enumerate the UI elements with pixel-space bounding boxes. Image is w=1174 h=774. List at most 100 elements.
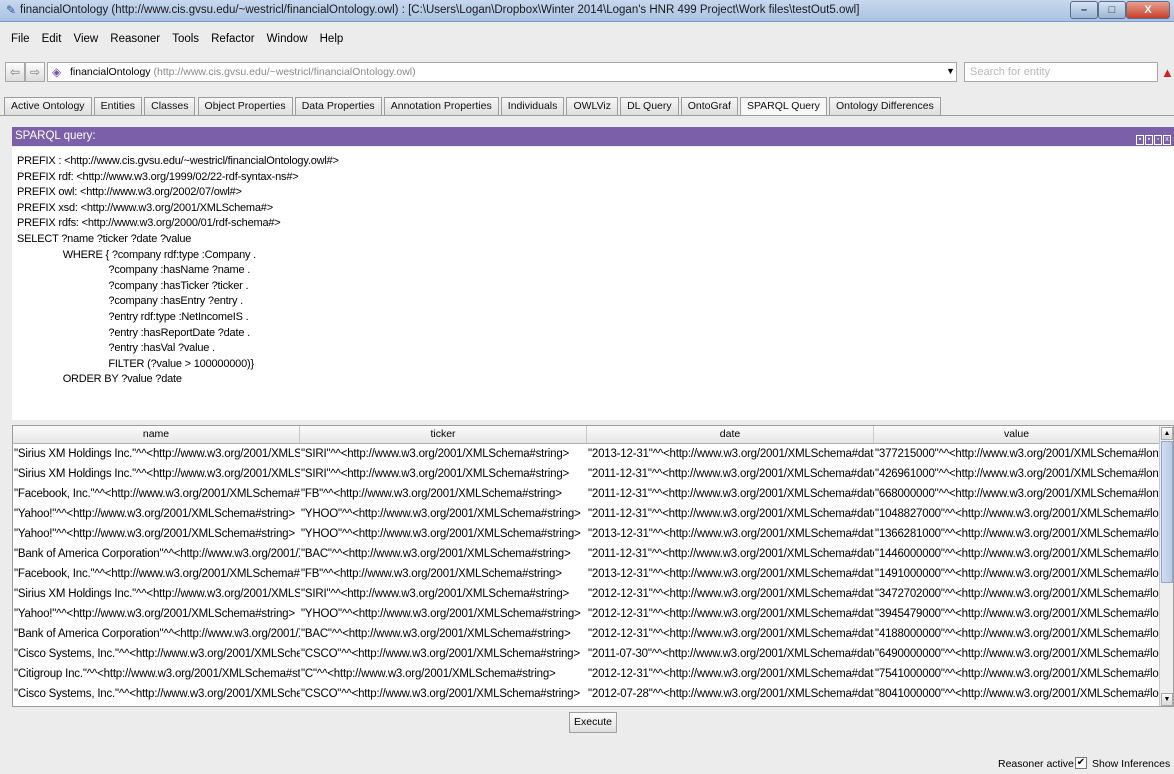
table-cell-value[interactable]: "1048827000"^^<http://www.w3.org/2001/XM… (874, 504, 1159, 524)
menu-view[interactable]: View (73, 33, 98, 45)
column-header-date[interactable]: date (587, 426, 874, 443)
table-cell-name[interactable]: "Sirius XM Holdings Inc."^^<http://www.w… (13, 464, 300, 484)
table-row[interactable]: "Sirius XM Holdings Inc."^^<http://www.w… (13, 464, 1159, 484)
table-cell-value[interactable]: "1366281000"^^<http://www.w3.org/2001/XM… (874, 524, 1159, 544)
search-input[interactable]: Search for entity (964, 62, 1158, 82)
chevron-down-icon[interactable]: ▼ (946, 66, 955, 76)
table-cell-name[interactable]: "Citigroup Inc."^^<http://www.w3.org/200… (13, 664, 300, 684)
tab-owlviz[interactable]: OWLViz (566, 97, 619, 116)
table-cell-value[interactable]: "8041000000"^^<http://www.w3.org/2001/XM… (874, 684, 1159, 704)
table-cell-date[interactable]: "2012-12-31"^^<http://www.w3.org/2001/XM… (587, 624, 874, 644)
tab-sparql-query[interactable]: SPARQL Query (739, 97, 827, 116)
table-cell-date[interactable]: "2012-12-31"^^<http://www.w3.org/2001/XM… (587, 584, 874, 604)
table-cell-ticker[interactable]: "CSCO"^^<http://www.w3.org/2001/XMLSchem… (300, 644, 587, 664)
table-cell-value[interactable]: "1491000000"^^<http://www.w3.org/2001/XM… (874, 564, 1159, 584)
table-cell-value[interactable]: "3472702000"^^<http://www.w3.org/2001/XM… (874, 584, 1159, 604)
table-cell-name[interactable]: "Yahoo!"^^<http://www.w3.org/2001/XMLSch… (13, 504, 300, 524)
table-cell-name[interactable]: "Cisco Systems, Inc."^^<http://www.w3.or… (13, 644, 300, 664)
table-cell-date[interactable]: "2011-12-31"^^<http://www.w3.org/2001/XM… (587, 544, 874, 564)
vertical-scrollbar[interactable]: ▲ ▼ (1159, 426, 1173, 706)
table-cell-name[interactable]: "Facebook, Inc."^^<http://www.w3.org/200… (13, 564, 300, 584)
panel-float-icon[interactable]: ▪ (1136, 135, 1144, 145)
table-row[interactable]: "Yahoo!"^^<http://www.w3.org/2001/XMLSch… (13, 604, 1159, 624)
panel-maximize-icon[interactable]: ▫ (1154, 135, 1162, 145)
scroll-down-icon[interactable]: ▼ (1161, 693, 1173, 706)
scroll-up-icon[interactable]: ▲ (1161, 427, 1173, 440)
table-row[interactable]: "Yahoo!"^^<http://www.w3.org/2001/XMLSch… (13, 504, 1159, 524)
table-cell-date[interactable]: "2013-12-31"^^<http://www.w3.org/2001/XM… (587, 524, 874, 544)
table-row[interactable]: "Bank of America Corporation"^^<http://w… (13, 544, 1159, 564)
table-row[interactable]: "Bank of America Corporation"^^<http://w… (13, 624, 1159, 644)
tab-classes[interactable]: Classes (144, 97, 196, 116)
table-cell-date[interactable]: "2012-12-31"^^<http://www.w3.org/2001/XM… (587, 604, 874, 624)
back-button[interactable]: ⇦ (5, 62, 25, 82)
menu-edit[interactable]: Edit (42, 33, 62, 45)
close-button[interactable]: X (1126, 1, 1170, 19)
tab-annotation-properties[interactable]: Annotation Properties (383, 97, 499, 116)
table-cell-date[interactable]: "2012-07-28"^^<http://www.w3.org/2001/XM… (587, 684, 874, 704)
table-row[interactable]: "Citigroup Inc."^^<http://www.w3.org/200… (13, 664, 1159, 684)
tab-ontology-differences[interactable]: Ontology Differences (828, 97, 941, 116)
table-cell-value[interactable]: "426961000"^^<http://www.w3.org/2001/XML… (874, 464, 1159, 484)
menu-tools[interactable]: Tools (172, 33, 199, 45)
table-cell-date[interactable]: "2013-12-31"^^<http://www.w3.org/2001/XM… (587, 564, 874, 584)
table-cell-value[interactable]: "4188000000"^^<http://www.w3.org/2001/XM… (874, 624, 1159, 644)
table-row[interactable]: "Sirius XM Holdings Inc."^^<http://www.w… (13, 584, 1159, 604)
tab-active-ontology[interactable]: Active Ontology (4, 97, 92, 116)
ontology-selector[interactable]: ◈ financialOntology (http://www.cis.gvsu… (47, 62, 957, 82)
table-cell-name[interactable]: "Sirius XM Holdings Inc."^^<http://www.w… (13, 584, 300, 604)
table-cell-date[interactable]: "2013-12-31"^^<http://www.w3.org/2001/XM… (587, 444, 874, 464)
table-cell-value[interactable]: "6490000000"^^<http://www.w3.org/2001/XM… (874, 644, 1159, 664)
table-row[interactable]: "Cisco Systems, Inc."^^<http://www.w3.or… (13, 644, 1159, 664)
tab-ontograf[interactable]: OntoGraf (680, 97, 738, 116)
show-inferences-checkbox[interactable]: ✔ (1075, 757, 1087, 769)
tab-entities[interactable]: Entities (93, 97, 143, 116)
minimize-button[interactable]: – (1070, 1, 1098, 19)
sparql-query-editor[interactable]: PREFIX : <http://www.cis.gvsu.edu/~westr… (12, 147, 1174, 420)
maximize-button[interactable]: □ (1098, 1, 1126, 19)
table-cell-ticker[interactable]: "SIRI"^^<http://www.w3.org/2001/XMLSchem… (300, 444, 587, 464)
table-cell-ticker[interactable]: "BAC"^^<http://www.w3.org/2001/XMLSchema… (300, 624, 587, 644)
tab-individuals[interactable]: Individuals (500, 97, 565, 116)
scroll-thumb[interactable] (1161, 441, 1173, 583)
table-row[interactable]: "Facebook, Inc."^^<http://www.w3.org/200… (13, 484, 1159, 504)
table-cell-value[interactable]: "3945479000"^^<http://www.w3.org/2001/XM… (874, 604, 1159, 624)
tab-dl-query[interactable]: DL Query (620, 97, 679, 116)
table-cell-date[interactable]: "2012-12-31"^^<http://www.w3.org/2001/XM… (587, 664, 874, 684)
column-header-name[interactable]: name (13, 426, 300, 443)
warning-icon[interactable]: ▲ (1161, 66, 1174, 79)
table-cell-value[interactable]: "1446000000"^^<http://www.w3.org/2001/XM… (874, 544, 1159, 564)
table-cell-name[interactable]: "Sirius XM Holdings Inc."^^<http://www.w… (13, 444, 300, 464)
menu-window[interactable]: Window (267, 33, 308, 45)
table-cell-ticker[interactable]: "SIRI"^^<http://www.w3.org/2001/XMLSchem… (300, 584, 587, 604)
table-row[interactable]: "Facebook, Inc."^^<http://www.w3.org/200… (13, 564, 1159, 584)
table-cell-name[interactable]: "Bank of America Corporation"^^<http://w… (13, 544, 300, 564)
table-cell-ticker[interactable]: "FB"^^<http://www.w3.org/2001/XMLSchema#… (300, 564, 587, 584)
table-cell-value[interactable]: "7541000000"^^<http://www.w3.org/2001/XM… (874, 664, 1159, 684)
table-cell-date[interactable]: "2011-12-31"^^<http://www.w3.org/2001/XM… (587, 484, 874, 504)
menu-reasoner[interactable]: Reasoner (110, 33, 160, 45)
table-cell-name[interactable]: "Cisco Systems, Inc."^^<http://www.w3.or… (13, 684, 300, 704)
table-cell-name[interactable]: "Yahoo!"^^<http://www.w3.org/2001/XMLSch… (13, 604, 300, 624)
table-cell-ticker[interactable]: "BAC"^^<http://www.w3.org/2001/XMLSchema… (300, 544, 587, 564)
menu-help[interactable]: Help (320, 33, 344, 45)
table-cell-ticker[interactable]: "YHOO"^^<http://www.w3.org/2001/XMLSchem… (300, 504, 587, 524)
table-cell-ticker[interactable]: "SIRI"^^<http://www.w3.org/2001/XMLSchem… (300, 464, 587, 484)
table-cell-name[interactable]: "Facebook, Inc."^^<http://www.w3.org/200… (13, 484, 300, 504)
forward-button[interactable]: ⇨ (25, 62, 45, 82)
table-cell-ticker[interactable]: "YHOO"^^<http://www.w3.org/2001/XMLSchem… (300, 524, 587, 544)
table-cell-date[interactable]: "2011-07-30"^^<http://www.w3.org/2001/XM… (587, 644, 874, 664)
column-header-ticker[interactable]: ticker (300, 426, 587, 443)
table-cell-ticker[interactable]: "C"^^<http://www.w3.org/2001/XMLSchema#s… (300, 664, 587, 684)
table-row[interactable]: "Sirius XM Holdings Inc."^^<http://www.w… (13, 444, 1159, 464)
table-cell-date[interactable]: "2011-12-31"^^<http://www.w3.org/2001/XM… (587, 464, 874, 484)
table-cell-date[interactable]: "2011-12-31"^^<http://www.w3.org/2001/XM… (587, 504, 874, 524)
table-cell-ticker[interactable]: "CSCO"^^<http://www.w3.org/2001/XMLSchem… (300, 684, 587, 704)
tab-object-properties[interactable]: Object Properties (197, 97, 293, 116)
table-cell-ticker[interactable]: "FB"^^<http://www.w3.org/2001/XMLSchema#… (300, 484, 587, 504)
execute-button[interactable]: Execute (569, 712, 617, 733)
tab-data-properties[interactable]: Data Properties (294, 97, 382, 116)
table-cell-value[interactable]: "668000000"^^<http://www.w3.org/2001/XML… (874, 484, 1159, 504)
panel-pin-icon[interactable]: ▪ (1145, 135, 1153, 145)
panel-close-icon[interactable]: x (1163, 135, 1171, 145)
